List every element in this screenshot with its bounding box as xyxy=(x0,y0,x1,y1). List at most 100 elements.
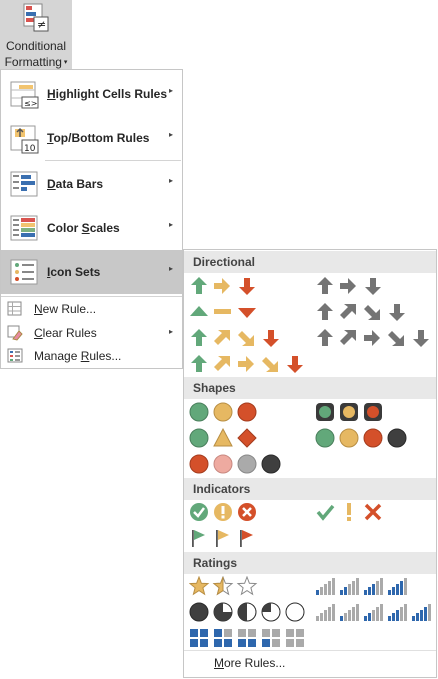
menu-item-data-bars[interactable]: Data Bars ▸ xyxy=(1,162,182,206)
traffic-light-red-icon xyxy=(364,403,382,421)
color-scales-label: Color Scales xyxy=(47,221,120,235)
icon-set-5-arrows-gray[interactable] xyxy=(315,328,433,348)
circle-green-icon xyxy=(189,428,209,448)
arrow-up-green-icon xyxy=(191,277,207,294)
top-bottom-rules-label: Top/Bottom Rules xyxy=(47,131,150,145)
icon-set-4-traffic-lights[interactable] xyxy=(315,428,409,448)
section-header-indicators: Indicators xyxy=(184,478,436,500)
diamond-red-icon xyxy=(237,428,257,448)
manage-rules-icon xyxy=(7,348,23,363)
exclamation-circle-yellow-icon xyxy=(214,503,232,521)
icon-set-3-arrows-gray[interactable] xyxy=(315,276,385,296)
gallery-divider xyxy=(184,650,436,651)
arrow-right-gray-icon xyxy=(340,278,356,294)
boxes-4-icon xyxy=(190,629,208,647)
arrow-right-yellow-icon xyxy=(214,278,230,294)
check-circle-green-icon xyxy=(190,503,208,521)
menu-item-top-bottom-rules[interactable]: 10 Top/Bottom Rules ▸ xyxy=(1,116,182,160)
icon-set-4-arrows-colored[interactable] xyxy=(189,328,283,348)
arrow-down-red-icon xyxy=(239,278,255,295)
arrow-up-green-icon xyxy=(191,329,207,346)
icon-set-3-arrows-colored[interactable] xyxy=(189,276,259,296)
arrow-down-gray-icon xyxy=(389,304,405,321)
boxes-0-icon xyxy=(286,629,304,647)
boxes-3-icon xyxy=(214,629,232,647)
section-header-directional: Directional xyxy=(184,251,436,273)
svg-text:10: 10 xyxy=(24,144,36,154)
menu-item-clear-rules[interactable]: Clear Rules ▸ xyxy=(1,322,182,344)
new-rule-label: New Rule... xyxy=(34,302,97,316)
icon-set-4-arrows-gray[interactable] xyxy=(315,302,409,322)
submenu-arrow-icon: ▸ xyxy=(168,327,173,336)
arrow-down-gray-icon xyxy=(413,330,429,347)
conditional-formatting-button[interactable]: ≠ Conditional Formatting ▾ xyxy=(0,0,72,69)
new-rule-icon xyxy=(7,301,22,316)
arrow-down-right-yellow-icon xyxy=(262,357,278,372)
icon-sets-icon xyxy=(10,259,38,285)
circle-red-icon xyxy=(237,402,257,422)
more-rules-link[interactable]: More Rules... xyxy=(214,656,285,670)
icon-set-4-ratings[interactable] xyxy=(315,576,409,596)
circle-pink-icon xyxy=(213,454,233,474)
menu-item-manage-rules[interactable]: Manage Rules... xyxy=(1,345,182,367)
icon-sets-gallery: Directional Shapes Indicators Ratings Mo… xyxy=(183,249,437,678)
star-empty-icon xyxy=(236,576,258,596)
data-bars-icon xyxy=(10,171,38,197)
signal-bars-1-icon xyxy=(340,604,359,621)
menu-item-new-rule[interactable]: New Rule... xyxy=(1,298,182,320)
dash-yellow-icon xyxy=(214,309,231,314)
arrow-right-gray-icon xyxy=(364,330,380,346)
boxes-2-icon xyxy=(238,629,256,647)
signal-bars-1-icon xyxy=(316,578,335,595)
signal-bars-2-icon xyxy=(340,578,359,595)
circle-red-icon xyxy=(363,428,383,448)
arrow-up-right-yellow-icon xyxy=(214,356,230,371)
submenu-arrow-icon: ▸ xyxy=(168,86,173,95)
quarter-three-icon xyxy=(213,602,233,622)
arrow-up-gray-icon xyxy=(317,303,333,320)
arrow-down-red-icon xyxy=(263,330,279,347)
quarter-half-icon xyxy=(237,602,257,622)
manage-rules-label: Manage Rules... xyxy=(34,349,122,363)
circle-black-icon xyxy=(387,428,407,448)
exclamation-yellow-icon xyxy=(347,503,351,521)
icon-set-5-ratings[interactable] xyxy=(315,602,433,622)
arrow-up-gray-icon xyxy=(317,277,333,294)
signal-bars-2-icon xyxy=(364,604,383,621)
circle-yellow-icon xyxy=(339,428,359,448)
submenu-arrow-icon: ▸ xyxy=(168,220,173,229)
icon-set-red-to-black[interactable] xyxy=(189,454,283,474)
boxes-1-icon xyxy=(262,629,280,647)
highlight-cells-icon: ≤> xyxy=(10,81,39,109)
menu-item-icon-sets[interactable]: Icon Sets ▸ xyxy=(1,250,182,294)
icon-set-3-stars[interactable] xyxy=(189,576,259,596)
signal-bars-3-icon xyxy=(364,578,383,595)
icon-set-3-symbols-circled[interactable] xyxy=(189,502,259,522)
data-bars-label: Data Bars xyxy=(47,177,104,191)
triangle-yellow-icon xyxy=(213,428,233,447)
top-bottom-icon: 10 xyxy=(10,125,39,154)
conditional-formatting-icon: ≠ xyxy=(23,3,49,32)
icon-set-3-triangles[interactable] xyxy=(189,302,259,322)
quarter-empty-icon xyxy=(285,602,305,622)
signal-bars-4-icon xyxy=(388,578,407,595)
icon-set-5-boxes[interactable] xyxy=(189,628,307,648)
icon-set-3-symbols[interactable] xyxy=(315,502,385,522)
icon-set-5-arrows-colored[interactable] xyxy=(189,354,307,374)
arrow-down-right-gray-icon xyxy=(364,305,380,320)
icon-set-3-flags[interactable] xyxy=(189,528,259,548)
checkmark-green-icon xyxy=(316,504,335,521)
traffic-light-yellow-icon xyxy=(340,403,358,421)
traffic-light-green-icon xyxy=(316,403,334,421)
icon-set-3-signs[interactable] xyxy=(189,428,259,448)
circle-green-icon xyxy=(189,402,209,422)
arrow-up-green-icon xyxy=(191,355,207,372)
clear-rules-label: Clear Rules xyxy=(34,326,97,340)
icon-set-3-traffic-lights-unrimmed[interactable] xyxy=(189,402,259,422)
menu-divider xyxy=(45,160,181,161)
icon-set-5-quarters[interactable] xyxy=(189,602,307,622)
circle-gray-icon xyxy=(237,454,257,474)
menu-item-highlight-cells-rules[interactable]: ≤> Highlight Cells Rules ▸ xyxy=(1,72,182,116)
menu-item-color-scales[interactable]: Color Scales ▸ xyxy=(1,206,182,250)
icon-set-3-traffic-lights-rimmed[interactable] xyxy=(315,402,385,422)
